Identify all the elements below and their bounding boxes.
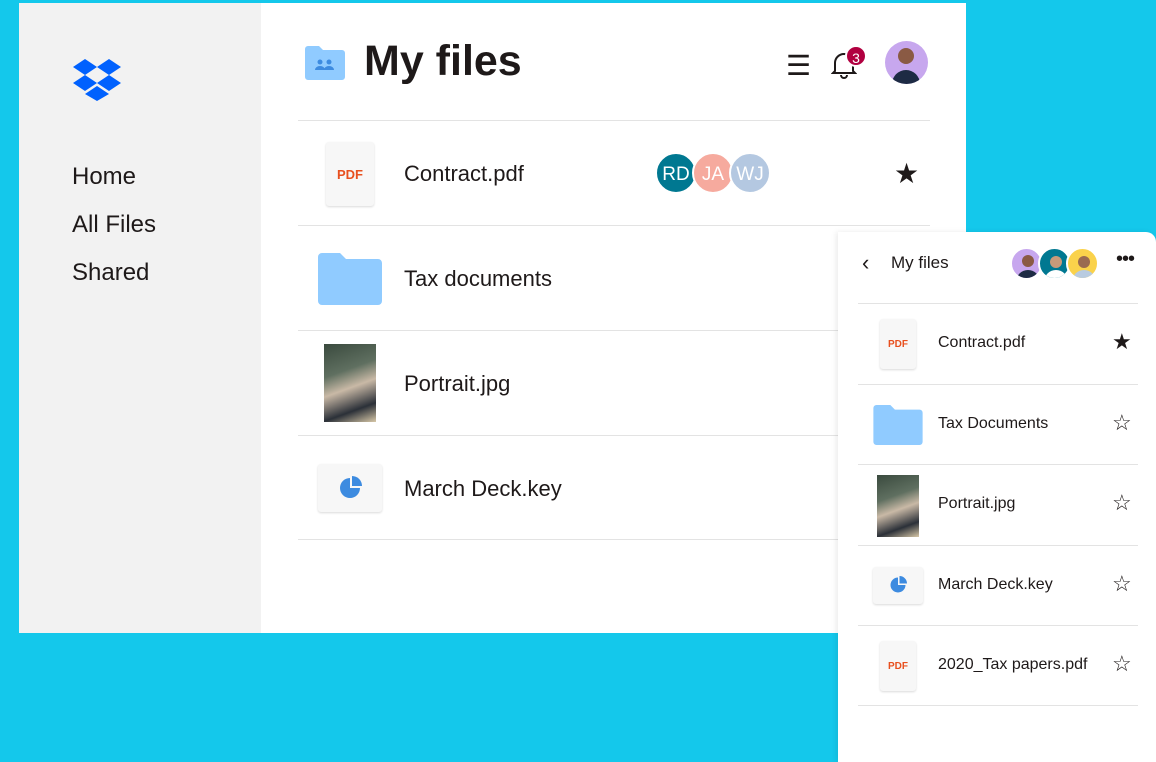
file-row[interactable]: Portrait.jpg — [298, 330, 930, 435]
pdf-icon: PDF — [880, 641, 916, 691]
panel-title: My files — [891, 253, 949, 272]
file-name[interactable]: Tax documents — [404, 266, 552, 292]
pdf-icon: PDF — [880, 319, 916, 369]
file-row[interactable]: PDF Contract.pdf ★ — [858, 303, 1138, 384]
mobile-panel: ‹ My files ••• PDF Contract.pdf ★ Tax Do… — [838, 232, 1156, 762]
member-avatar — [1066, 247, 1099, 280]
keynote-icon — [873, 566, 923, 604]
star-outline-icon[interactable]: ☆ — [1112, 410, 1132, 436]
page-title: My files — [364, 37, 522, 85]
portrait-thumbnail — [877, 475, 919, 537]
star-filled-icon[interactable]: ★ — [894, 157, 919, 190]
sidebar-item-home[interactable]: Home — [72, 160, 156, 208]
user-avatar[interactable] — [885, 41, 928, 84]
main-window: Home All Files Shared My files ☰ 3 PDF C… — [19, 3, 966, 633]
folder-icon — [318, 253, 382, 305]
star-filled-icon[interactable]: ★ — [1112, 329, 1132, 355]
file-row[interactable]: PDF 2020_Tax papers.pdf ☆ — [858, 625, 1138, 706]
file-row[interactable]: PDF Contract.pdf RD JA WJ ★ — [298, 120, 930, 225]
star-outline-icon[interactable]: ☆ — [1112, 490, 1132, 516]
dropbox-logo-icon[interactable] — [73, 59, 121, 101]
sidebar-item-shared[interactable]: Shared — [72, 256, 156, 304]
notification-badge: 3 — [845, 45, 867, 67]
file-row[interactable]: Tax documents — [298, 225, 930, 330]
back-chevron-icon[interactable]: ‹ — [862, 250, 869, 276]
sidebar: Home All Files Shared — [19, 3, 261, 633]
file-name[interactable]: Tax Documents — [938, 415, 1048, 433]
file-name[interactable]: Portrait.jpg — [404, 371, 510, 397]
folder-icon — [873, 404, 923, 445]
pdf-icon: PDF — [326, 142, 374, 206]
star-outline-icon[interactable]: ☆ — [1112, 651, 1132, 677]
sidebar-item-all-files[interactable]: All Files — [72, 208, 156, 256]
file-name[interactable]: Contract.pdf — [404, 161, 524, 187]
avatar: WJ — [729, 152, 771, 194]
shared-folder-icon — [305, 46, 345, 80]
file-name[interactable]: March Deck.key — [938, 576, 1053, 594]
file-name[interactable]: March Deck.key — [404, 476, 562, 502]
menu-icon[interactable]: ☰ — [786, 52, 811, 80]
star-outline-icon[interactable]: ☆ — [1112, 571, 1132, 597]
file-row[interactable]: March Deck.key ☆ — [858, 544, 1138, 626]
file-row[interactable]: Portrait.jpg ☆ — [858, 464, 1138, 545]
file-row[interactable]: Tax Documents ☆ — [858, 383, 1138, 465]
portrait-thumbnail — [324, 344, 376, 422]
file-row[interactable]: March Deck.key — [298, 435, 930, 540]
file-name[interactable]: Portrait.jpg — [938, 495, 1015, 513]
avatar: JA — [692, 152, 734, 194]
file-name[interactable]: Contract.pdf — [938, 334, 1025, 352]
file-name[interactable]: 2020_Tax papers.pdf — [938, 656, 1087, 674]
more-options-icon[interactable]: ••• — [1116, 248, 1135, 271]
keynote-icon — [318, 464, 382, 512]
avatar: RD — [655, 152, 697, 194]
